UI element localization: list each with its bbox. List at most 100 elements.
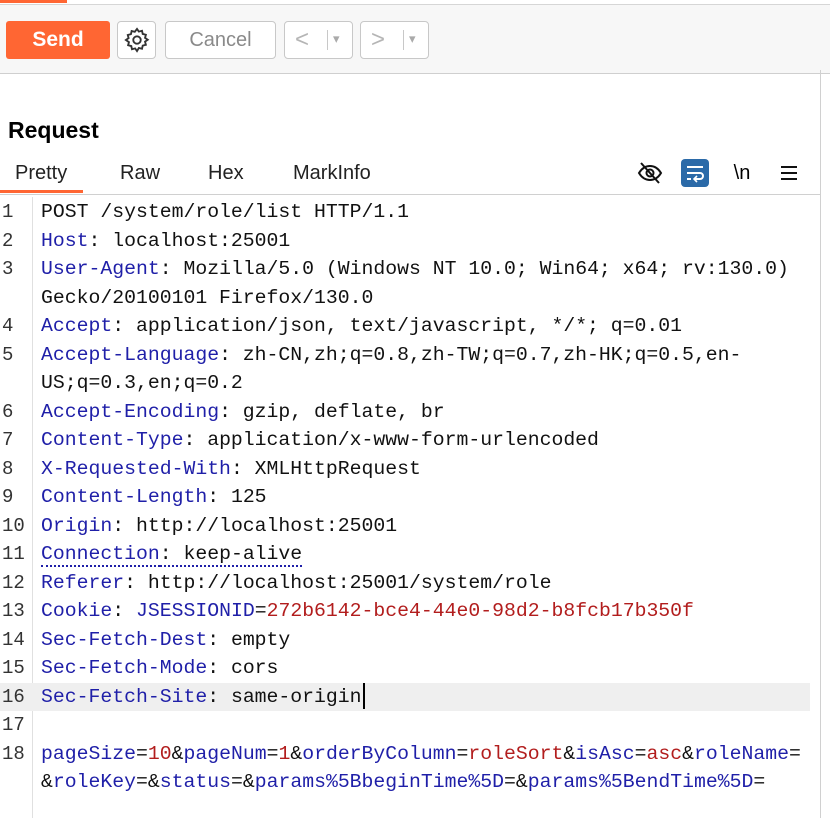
code-line[interactable]: 9 Content-Length: 125 (0, 483, 810, 512)
request-editor[interactable]: 1 POST /system/role/list HTTP/1.1 2 Host: l… (0, 197, 820, 818)
line-number: 2 (2, 229, 14, 252)
tab-markinfo[interactable]: MarkInfo (293, 162, 371, 185)
token-text: : 125 (207, 486, 267, 508)
previous-button[interactable]: < ▾ (284, 21, 353, 59)
token-key: Cookie (41, 600, 113, 622)
code-line[interactable]: 7 Content-Type: application/x-www-form-ur… (0, 426, 810, 455)
line-number: 8 (2, 457, 14, 480)
token-key: status (159, 771, 231, 793)
token-key: Content-Type (41, 429, 184, 451)
token-key: Referer (41, 571, 125, 594)
code-line[interactable]: 13 Cookie: JSESSIONID=272b6142-bce4-44e0-… (0, 597, 810, 626)
token-text: : gzip, deflate, br (219, 400, 445, 423)
line-number: 4 (2, 315, 14, 337)
token-text: : empty (207, 628, 291, 651)
token-text: : application/x-www-form-urlencoded (183, 429, 599, 451)
gear-icon (123, 27, 149, 53)
token-punct: = (753, 771, 766, 793)
token-text: : XMLHttpRequest (230, 457, 421, 480)
token-key: params%5BendTime%5D (527, 771, 754, 793)
line-number: 10 (2, 514, 25, 537)
send-button[interactable]: Send (6, 21, 110, 59)
next-button[interactable]: > ▾ (360, 21, 429, 59)
token-punct: & (171, 742, 184, 765)
tab-pretty[interactable]: Pretty (0, 162, 84, 193)
panel-title: Request (8, 117, 99, 143)
code-line[interactable]: 16 Sec-Fetch-Site: same-origin (0, 682, 810, 711)
header-line: X-Requested-With: XMLHttpRequest (34, 455, 806, 484)
view-tabs: Pretty Raw Hex MarkInfo \n (0, 156, 820, 195)
token-punct: & (682, 742, 694, 765)
token-key: Sec-Fetch-Dest (41, 628, 208, 651)
token-key: roleKey (52, 771, 136, 793)
tab-hex[interactable]: Hex (208, 162, 244, 185)
code-line[interactable]: 1 POST /system/role/list HTTP/1.1 (0, 198, 810, 227)
header-line: Origin: http://localhost:25001 (34, 512, 806, 541)
token-punct: = (266, 742, 279, 765)
token-punct: =& (135, 771, 160, 793)
token-text: POST /system/role/list HTTP/1.1 (41, 201, 409, 223)
token-key: Connection (41, 543, 160, 567)
hide-eye-icon[interactable] (636, 159, 664, 187)
token-key: pageNum (183, 742, 267, 765)
panel-divider (820, 70, 821, 818)
line-number: 7 (2, 429, 14, 451)
token-text: : keep-alive (159, 543, 303, 567)
dropdown-arrow-icon[interactable]: ▾ (409, 31, 416, 47)
code-line[interactable]: 4 Accept: application/json, text/javascri… (0, 312, 810, 341)
token-value: 10 (147, 742, 172, 765)
code-line[interactable]: 5 Accept-Language: zh-CN,zh;q=0.8,zh-TW;q… (0, 341, 810, 398)
line-number: 17 (2, 714, 25, 736)
tab-raw[interactable]: Raw (120, 162, 160, 185)
line-number: 6 (2, 400, 14, 423)
token-punct: = (634, 742, 647, 765)
request-body: pageSize=10&pageNum=1&orderByColumn=role… (34, 740, 806, 797)
show-newlines-toggle[interactable]: \n (728, 159, 756, 187)
code-line[interactable]: 17 (0, 711, 810, 740)
line-number: 1 (2, 201, 14, 223)
cancel-button[interactable]: Cancel (165, 21, 276, 59)
code-line[interactable]: 18 pageSize=10&pageNum=1&orderByColumn=ro… (0, 740, 810, 797)
token-value: 272b6142-bce4-44e0-98d2-b8fcb17b350f (266, 600, 694, 622)
token-key: Sec-Fetch-Site (41, 685, 208, 708)
line-number: 14 (2, 628, 25, 651)
line-number: 16 (2, 685, 25, 708)
code-line[interactable]: 11 Connection: keep-alive (0, 540, 810, 569)
token-text: : http://localhost:25001/system/role (124, 571, 552, 594)
token-punct: = (456, 742, 469, 765)
settings-button[interactable] (117, 21, 156, 59)
token-text: : localhost:25001 (88, 229, 291, 252)
text-cursor (362, 683, 365, 710)
token-key: Accept (41, 315, 113, 337)
token-punct: & (563, 742, 576, 765)
token-key: User-Agent (41, 258, 160, 280)
token-text: : cors (207, 657, 279, 679)
line-number: 9 (2, 486, 14, 508)
chevron-right-icon: > (371, 26, 386, 53)
token-value: 1 (278, 742, 291, 765)
code-line[interactable]: 8 X-Requested-With: XMLHttpRequest (0, 455, 810, 484)
token-key: Origin (41, 514, 113, 537)
code-line[interactable]: 6 Accept-Encoding: gzip, deflate, br (0, 398, 810, 427)
token-text: : (112, 600, 136, 622)
token-key: roleName (693, 742, 789, 765)
token-key: orderByColumn (302, 742, 457, 765)
token-text: : http://localhost:25001 (112, 514, 398, 537)
menu-icon[interactable] (775, 159, 803, 187)
token-punct: =& (504, 771, 528, 793)
code-line[interactable]: 12 Referer: http://localhost:25001/system… (0, 569, 810, 598)
code-line[interactable]: 15 Sec-Fetch-Mode: cors (0, 654, 810, 683)
code-line[interactable]: 10 Origin: http://localhost:25001 (0, 512, 810, 541)
token-key: pageSize (41, 742, 136, 765)
header-line: Sec-Fetch-Dest: empty (34, 626, 806, 655)
line-number: 15 (2, 657, 25, 679)
header-line: Accept-Language: zh-CN,zh;q=0.8,zh-TW;q=… (34, 341, 806, 398)
code-line[interactable]: 2 Host: localhost:25001 (0, 227, 810, 256)
token-text: : same-origin (207, 685, 362, 708)
code-line[interactable]: 3 User-Agent: Mozilla/5.0 (Windows NT 10.… (0, 255, 810, 312)
code-line[interactable]: 14 Sec-Fetch-Dest: empty (0, 626, 810, 655)
line-number: 5 (2, 343, 14, 366)
dropdown-arrow-icon[interactable]: ▾ (333, 31, 340, 47)
word-wrap-icon[interactable] (681, 159, 709, 187)
line-number: 11 (2, 543, 25, 565)
